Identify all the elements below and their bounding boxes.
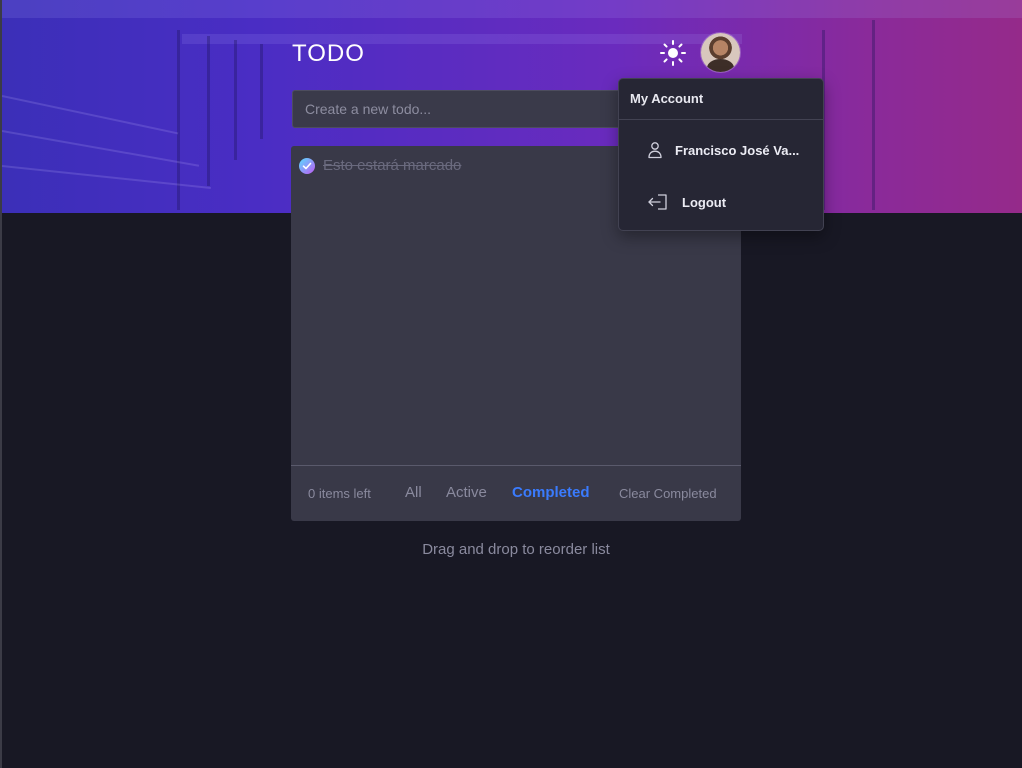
sun-icon[interactable] bbox=[658, 38, 688, 68]
menu-divider bbox=[619, 119, 823, 120]
menu-item-logout-label: Logout bbox=[682, 195, 727, 210]
menu-item-user[interactable]: Francisco José Va... bbox=[619, 132, 823, 168]
filter-completed[interactable]: Completed bbox=[512, 484, 590, 501]
todo-text[interactable]: Esto estará marcado bbox=[323, 157, 461, 174]
menu-item-logout[interactable]: Logout bbox=[619, 184, 823, 220]
account-dropdown-menu: My Account Francisco José Va... Logout bbox=[618, 78, 824, 231]
todo-footer: 0 items left All Active Completed Clear … bbox=[291, 465, 741, 521]
filter-all[interactable]: All bbox=[405, 484, 422, 501]
user-avatar[interactable] bbox=[701, 33, 740, 72]
completed-check-icon[interactable] bbox=[299, 158, 315, 174]
app-title: TODO bbox=[292, 40, 365, 67]
items-left-count: 0 items left bbox=[308, 486, 371, 501]
app-page: TODO Esto estará bbox=[0, 0, 1022, 768]
menu-item-user-label: Francisco José Va... bbox=[675, 143, 800, 158]
drag-hint: Drag and drop to reorder list bbox=[422, 541, 610, 558]
menu-title: My Account bbox=[630, 91, 704, 106]
filter-active[interactable]: Active bbox=[446, 484, 487, 501]
user-icon bbox=[647, 141, 663, 164]
clear-completed-button[interactable]: Clear Completed bbox=[619, 486, 717, 501]
logout-icon bbox=[647, 193, 669, 216]
